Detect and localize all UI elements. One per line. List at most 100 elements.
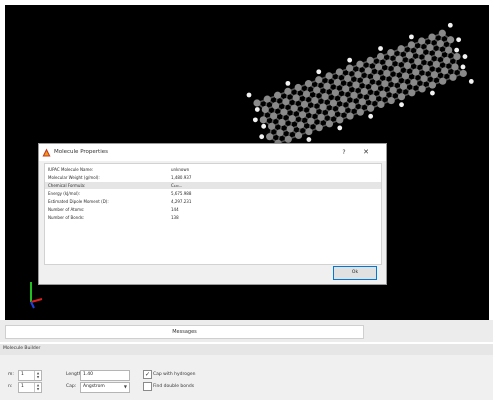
carbon-atom[interactable]	[284, 87, 292, 95]
hydrogen-atom[interactable]	[399, 102, 404, 108]
carbon-atom[interactable]	[434, 50, 442, 58]
dialog-titlebar[interactable]: Molecule Properties ? ✕	[39, 144, 386, 161]
property-row[interactable]: Estimated Dipole Moment (D): 4,297.231	[45, 198, 381, 205]
carbon-atom[interactable]	[436, 40, 444, 48]
carbon-atom[interactable]	[317, 113, 325, 121]
carbon-atom[interactable]	[290, 104, 298, 112]
carbon-atom[interactable]	[307, 117, 315, 125]
carbon-atom[interactable]	[447, 36, 455, 44]
hydrogen-atom[interactable]	[316, 69, 322, 75]
carbon-atom[interactable]	[294, 131, 303, 140]
carbon-atom[interactable]	[407, 41, 416, 49]
carbon-atom[interactable]	[430, 71, 438, 79]
carbon-atom[interactable]	[418, 85, 426, 93]
carbon-atom[interactable]	[371, 83, 379, 92]
units-select[interactable]: Angstrom ▼	[80, 382, 130, 393]
carbon-atom[interactable]	[348, 102, 356, 110]
carbon-atom[interactable]	[428, 33, 436, 41]
spin-arrows-icon[interactable]: ▲ ▼	[34, 371, 41, 380]
carbon-atom[interactable]	[253, 99, 261, 107]
carbon-atom[interactable]	[395, 55, 403, 63]
carbon-atom[interactable]	[367, 104, 375, 112]
hydrogen-atom[interactable]	[259, 134, 265, 140]
property-row-selected[interactable]: Chemical Formula: C₁₂₀...	[45, 182, 381, 189]
spin-arrows-icon[interactable]: ▲ ▼	[34, 383, 41, 392]
double-bonds-checkbox[interactable]	[143, 382, 152, 391]
carbon-atom[interactable]	[374, 63, 383, 71]
carbon-atom[interactable]	[346, 112, 354, 120]
carbon-atom[interactable]	[372, 73, 381, 81]
carbon-atom[interactable]	[286, 125, 294, 133]
hydrogen-atom[interactable]	[252, 117, 258, 123]
carbon-atom[interactable]	[294, 83, 302, 92]
carbon-atom[interactable]	[300, 100, 309, 108]
carbon-atom[interactable]	[263, 95, 271, 103]
carbon-atom[interactable]	[292, 94, 300, 102]
carbon-atom[interactable]	[369, 94, 377, 102]
hydrogen-atom[interactable]	[462, 54, 468, 59]
carbon-atom[interactable]	[438, 29, 446, 37]
carbon-atom[interactable]	[321, 92, 329, 101]
hydrogen-atom[interactable]	[447, 22, 453, 28]
carbon-atom[interactable]	[356, 60, 364, 68]
hydrogen-atom[interactable]	[285, 80, 291, 86]
carbon-atom[interactable]	[424, 54, 432, 62]
hydrogen-atom[interactable]	[378, 46, 383, 51]
carbon-atom[interactable]	[376, 52, 385, 61]
carbon-atom[interactable]	[403, 61, 412, 70]
carbon-atom[interactable]	[280, 108, 288, 116]
carbon-atom[interactable]	[284, 135, 292, 143]
carbon-atom[interactable]	[432, 60, 440, 68]
carbon-atom[interactable]	[261, 105, 269, 114]
carbon-atom[interactable]	[408, 89, 416, 97]
carbon-atom[interactable]	[364, 67, 372, 75]
carbon-atom[interactable]	[313, 86, 321, 94]
hydrogen-atom[interactable]	[456, 37, 462, 43]
hydrogen-atom[interactable]	[254, 107, 260, 112]
carbon-atom[interactable]	[443, 56, 451, 65]
hydrogen-atom[interactable]	[468, 79, 474, 84]
carbon-atom[interactable]	[336, 116, 344, 124]
carbon-atom[interactable]	[397, 45, 405, 53]
carbon-atom[interactable]	[266, 133, 274, 141]
carbon-atom[interactable]	[459, 69, 467, 78]
carbon-atom[interactable]	[268, 122, 276, 130]
carbon-atom[interactable]	[453, 52, 461, 61]
carbon-atom[interactable]	[383, 69, 391, 77]
carbon-atom[interactable]	[327, 109, 336, 118]
carbon-atom[interactable]	[387, 96, 395, 105]
carbon-atom[interactable]	[259, 116, 267, 124]
carbon-atom[interactable]	[340, 95, 348, 103]
carbon-atom[interactable]	[325, 120, 334, 128]
carbon-atom[interactable]	[399, 82, 408, 90]
carbon-atom[interactable]	[412, 68, 420, 76]
carbon-atom[interactable]	[288, 114, 296, 123]
hydrogen-atom[interactable]	[368, 113, 374, 119]
carbon-atom[interactable]	[439, 77, 447, 85]
carbon-atom[interactable]	[272, 102, 280, 110]
carbon-atom[interactable]	[350, 91, 358, 99]
carbon-atom[interactable]	[381, 80, 389, 88]
carbon-atom[interactable]	[366, 56, 374, 64]
ok-button[interactable]: Ok	[333, 266, 377, 280]
carbon-atom[interactable]	[441, 67, 449, 75]
carbon-atom[interactable]	[333, 78, 341, 86]
carbon-atom[interactable]	[323, 82, 331, 90]
carbon-atom[interactable]	[379, 90, 387, 98]
hydrogen-atom[interactable]	[409, 34, 414, 40]
carbon-atom[interactable]	[325, 72, 333, 80]
carbon-atom[interactable]	[344, 74, 352, 83]
carbon-atom[interactable]	[346, 64, 354, 72]
carbon-atom[interactable]	[338, 105, 346, 114]
property-row[interactable]: Molecular Weight (g/mol): 1,480.937	[45, 174, 381, 181]
carbon-atom[interactable]	[354, 71, 362, 79]
carbon-atom[interactable]	[420, 74, 428, 83]
carbon-atom[interactable]	[397, 93, 406, 101]
help-button[interactable]: ?	[337, 147, 351, 158]
carbon-atom[interactable]	[362, 77, 370, 85]
carbon-atom[interactable]	[302, 90, 311, 98]
property-row[interactable]: Energy (kJ/mol): 5,675.988	[45, 190, 381, 197]
hydrogen-atom[interactable]	[337, 125, 343, 131]
carbon-atom[interactable]	[451, 63, 459, 71]
carbon-atom[interactable]	[356, 108, 364, 116]
